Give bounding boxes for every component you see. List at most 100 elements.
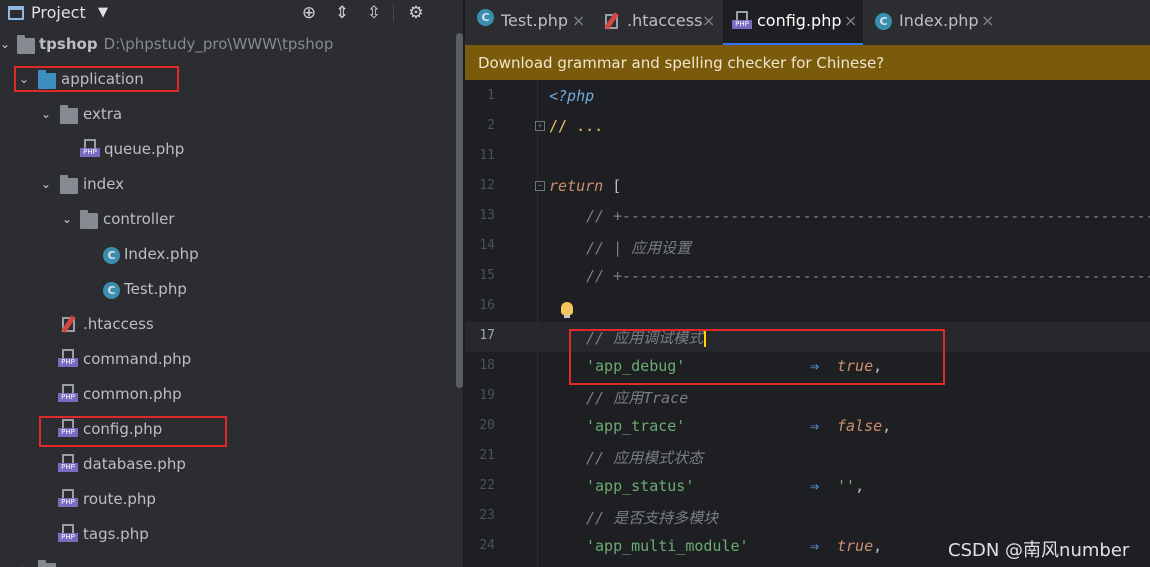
tree-item-route-php[interactable]: PHP route.php: [0, 483, 456, 518]
line-number: 14: [479, 238, 495, 253]
code-line[interactable]: 19 // 应用Trace: [465, 382, 1150, 412]
double-arrow: ⇒: [810, 417, 820, 435]
tree-item-database-php[interactable]: PHP database.php: [0, 448, 456, 483]
tree-item-index-php[interactable]: C Index.php: [0, 238, 456, 273]
tree-item-partial[interactable]: ›: [0, 553, 456, 567]
htaccess-file-icon: [603, 12, 621, 31]
project-panel: Project ▼ ⊕ ⇕ ⇳ ⚙ ⌄ tpshop D:\phpstudy_pr…: [0, 0, 464, 567]
line-number: 16: [479, 298, 495, 313]
tree-item-tags-php[interactable]: PHP tags.php: [0, 518, 456, 553]
close-icon[interactable]: ×: [702, 11, 715, 30]
tree-item-test-php[interactable]: C Test.php: [0, 273, 456, 308]
line-number: 24: [479, 538, 495, 553]
close-icon[interactable]: ×: [572, 11, 585, 30]
code-line[interactable]: 2 + // ...: [465, 112, 1150, 142]
tree-root-tpshop[interactable]: ⌄ tpshop D:\phpstudy_pro\WWW\tpshop: [0, 28, 456, 63]
project-panel-title[interactable]: Project: [31, 3, 86, 22]
double-arrow: ⇒: [810, 477, 820, 495]
close-icon[interactable]: ×: [981, 11, 994, 30]
value: true: [837, 537, 874, 555]
line-number: 17: [479, 328, 495, 343]
line-number: 23: [479, 508, 495, 523]
code-line[interactable]: 12 − return [: [465, 172, 1150, 202]
highlight-box-app-debug: [569, 329, 945, 385]
code-line[interactable]: 21 // 应用模式状态: [465, 442, 1150, 472]
expand-all-icon[interactable]: ⇕: [331, 2, 353, 24]
php-class-icon: C: [477, 9, 494, 26]
locate-icon[interactable]: ⊕: [298, 2, 320, 24]
php-file-icon: PHP: [58, 524, 78, 544]
code-line[interactable]: 15 // +---------------------------------…: [465, 262, 1150, 292]
tree-item-controller[interactable]: ⌄ controller: [0, 203, 456, 238]
notification-banner[interactable]: Download grammar and spelling checker fo…: [465, 45, 1150, 80]
code-editor[interactable]: 1 <?php 2 + // ... 11 12 − return [ 13 /…: [465, 80, 1150, 567]
watermark: CSDN @南风number: [948, 540, 1130, 561]
collapse-all-icon[interactable]: ⇳: [363, 2, 385, 24]
line-number: 19: [479, 388, 495, 403]
line-number: 15: [479, 268, 495, 283]
close-icon[interactable]: ×: [844, 11, 857, 30]
tab-index-php[interactable]: C Index.php ×: [865, 0, 995, 45]
folded-comment[interactable]: // ...: [549, 117, 603, 135]
folder-icon: [60, 175, 78, 194]
comment: // | 应用设置: [586, 239, 692, 257]
code-line[interactable]: 22 'app_status' ⇒ '',: [465, 472, 1150, 502]
array-key: 'app_multi_module': [586, 537, 749, 555]
tab-test-php[interactable]: C Test.php ×: [465, 0, 589, 45]
code-line[interactable]: 1 <?php: [465, 82, 1150, 112]
tab-config-php[interactable]: PHP config.php ×: [723, 0, 863, 45]
project-scrollbar[interactable]: [456, 33, 463, 388]
tree-item-label: command.php: [83, 350, 192, 368]
tree-item-common-php[interactable]: PHP common.php: [0, 378, 456, 413]
chevron-down-icon[interactable]: ⌄: [0, 37, 11, 51]
tab-htaccess[interactable]: .htaccess ×: [593, 0, 721, 45]
toolbar-divider: [393, 4, 394, 22]
double-arrow: ⇒: [810, 537, 820, 555]
fold-expand-icon[interactable]: +: [535, 121, 545, 131]
htaccess-file-icon: [60, 315, 78, 334]
value: '': [837, 477, 856, 495]
code-line[interactable]: 23 // 是否支持多模块: [465, 502, 1150, 532]
tree-item-label: controller: [103, 210, 175, 228]
tree-item-command-php[interactable]: PHP command.php: [0, 343, 456, 378]
php-file-icon: PHP: [732, 11, 752, 31]
code-line[interactable]: 20 'app_trace' ⇒ false,: [465, 412, 1150, 442]
gear-icon[interactable]: ⚙: [405, 2, 427, 24]
tree-item-label: queue.php: [104, 140, 185, 158]
tree-item-index[interactable]: ⌄ index: [0, 168, 456, 203]
line-number: 21: [479, 448, 495, 463]
line-number: 22: [479, 478, 495, 493]
comma: ,: [882, 417, 892, 435]
comment: // +------------------------------------…: [586, 267, 1150, 285]
php-class-icon: C: [103, 282, 120, 299]
banner-text[interactable]: Download grammar and spelling checker fo…: [478, 54, 884, 72]
tree-item-label: index: [83, 175, 125, 193]
tree-item-extra[interactable]: ⌄ extra: [0, 98, 456, 133]
folder-icon: [60, 105, 78, 124]
comment: // 是否支持多模块: [586, 509, 719, 527]
chevron-right-icon[interactable]: ›: [18, 562, 30, 567]
tree-item-queue-php[interactable]: PHP queue.php: [0, 133, 456, 168]
fold-collapse-icon[interactable]: −: [535, 181, 545, 191]
folder-icon: [80, 210, 98, 229]
tree-item-label: database.php: [83, 455, 186, 473]
lightbulb-icon[interactable]: [561, 302, 573, 318]
line-number: 18: [479, 358, 495, 373]
chevron-down-icon[interactable]: ⌄: [61, 212, 73, 226]
tab-label: .htaccess: [627, 11, 703, 30]
tab-label: Test.php: [501, 11, 569, 30]
tree-item-htaccess[interactable]: .htaccess: [0, 308, 456, 343]
code-line[interactable]: 13 // +---------------------------------…: [465, 202, 1150, 232]
chevron-down-icon[interactable]: ▼: [98, 5, 108, 20]
tree-item-label: .htaccess: [83, 315, 154, 333]
tab-label: config.php: [757, 11, 842, 30]
chevron-down-icon[interactable]: ⌄: [40, 177, 52, 191]
tree-item-label: tags.php: [83, 525, 149, 543]
code-line[interactable]: 11: [465, 142, 1150, 172]
chevron-down-icon[interactable]: ⌄: [40, 107, 52, 121]
line-number: 1: [487, 88, 495, 103]
tree-item-label: Index.php: [124, 245, 199, 263]
code-line[interactable]: 14 // | 应用设置: [465, 232, 1150, 262]
comment: // 应用模式状态: [586, 449, 704, 467]
comment: // 应用Trace: [586, 389, 689, 407]
